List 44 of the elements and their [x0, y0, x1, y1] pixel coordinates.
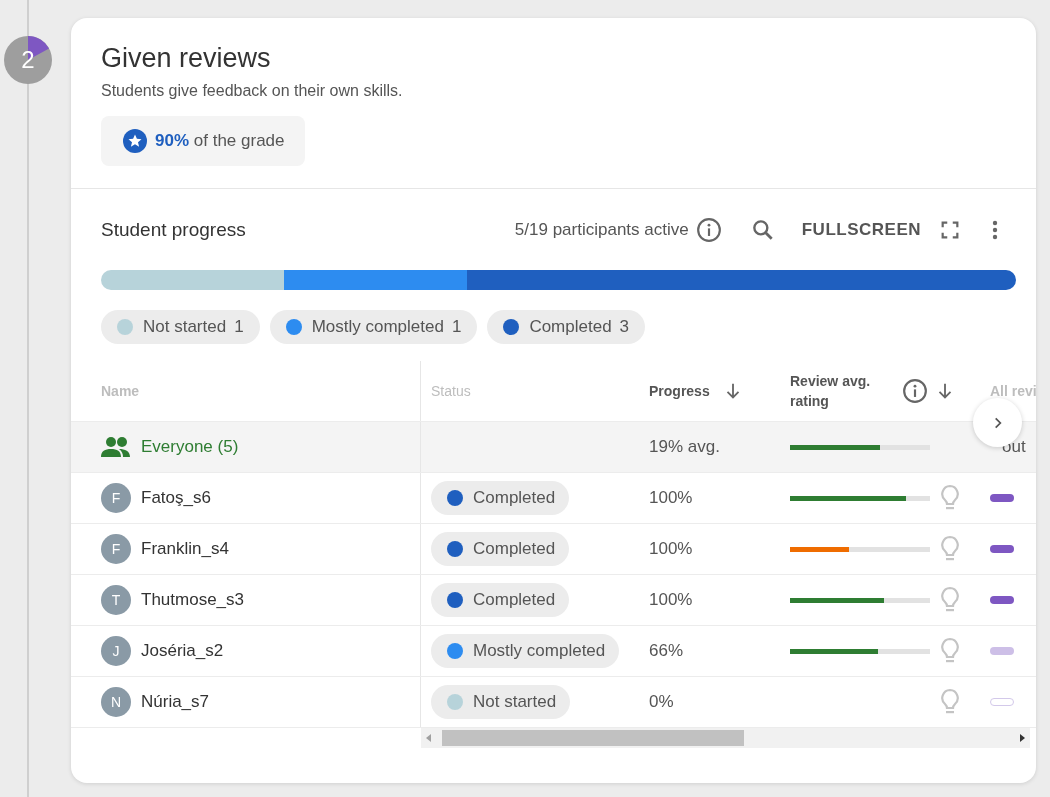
avatar: F	[101, 483, 131, 513]
table-cell: 19% avg.	[649, 437, 720, 457]
participants-count: 5/19 participants active	[514, 220, 689, 240]
scroll-right-icon[interactable]	[1017, 733, 1027, 743]
step-number: 2	[21, 46, 35, 74]
legend-label: Completed	[529, 317, 612, 337]
column-header[interactable]: Review avg. rating	[790, 371, 890, 411]
card-title: Given reviews	[101, 42, 272, 74]
card-subtitle: Students give feedback on their own skills.	[101, 82, 404, 100]
table-cell: 66%	[649, 641, 684, 661]
status-label: Not started	[473, 692, 557, 712]
fullscreen-icon[interactable]	[939, 219, 961, 241]
table-cell: 0%	[649, 692, 674, 712]
legend-count: 1	[234, 317, 244, 337]
student-name[interactable]: Joséria_s2	[141, 641, 224, 661]
status-label: Completed	[473, 590, 556, 610]
section-title: Student progress	[101, 219, 246, 241]
grade-text: 90% of the grade	[155, 131, 285, 151]
table-cell: 100%	[649, 590, 693, 610]
avatar: N	[101, 687, 131, 717]
legend-count: 3	[619, 317, 630, 337]
info-icon[interactable]	[902, 378, 928, 404]
status-label: Completed	[473, 539, 556, 559]
avatar: J	[101, 636, 131, 666]
avatar: T	[101, 585, 131, 615]
column-header[interactable]: Progress	[649, 383, 710, 399]
table-cell: 100%	[649, 488, 693, 508]
student-name[interactable]: Fatoş_s6	[141, 488, 211, 508]
legend-count: 1	[451, 317, 462, 337]
step-progress-icon	[4, 36, 52, 84]
student-name[interactable]: Thutmose_s3	[141, 590, 244, 610]
fullscreen-button[interactable]: FULLSCREEN	[801, 220, 921, 240]
legend-label: Not started	[143, 317, 227, 337]
student-name[interactable]: Franklin_s4	[141, 539, 229, 559]
group-name[interactable]: Everyone (5)	[141, 437, 239, 457]
group-icon	[101, 436, 131, 458]
avatar: F	[101, 534, 131, 564]
student-name[interactable]: Núria_s7	[141, 692, 210, 712]
legend-label: Mostly completed	[311, 317, 444, 337]
status-label: Mostly completed	[473, 641, 606, 661]
horizontal-scrollbar[interactable]	[421, 728, 1030, 748]
status-label: Completed	[473, 488, 556, 508]
table-cell: 100%	[649, 539, 693, 559]
info-icon[interactable]	[695, 217, 722, 243]
